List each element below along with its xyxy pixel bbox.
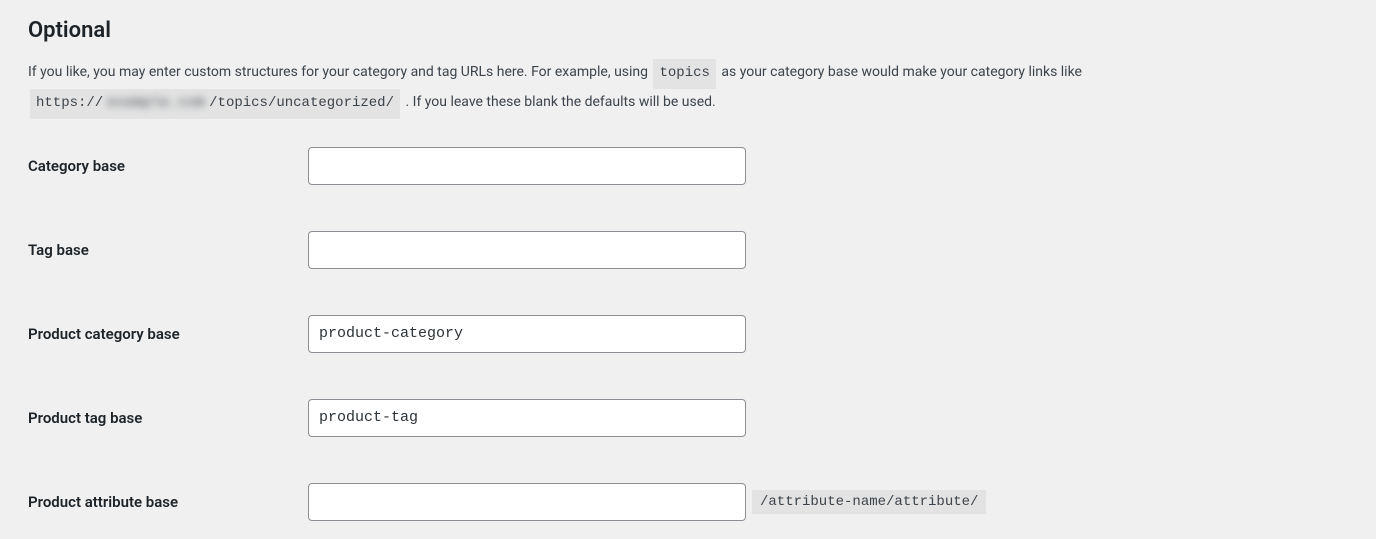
optional-permalinks-section: Optional If you like, you may enter cust… bbox=[0, 0, 1376, 539]
input-product-tag-base[interactable] bbox=[308, 399, 746, 437]
row-product-category-base: Product category base bbox=[28, 315, 1348, 353]
field-product-attribute-base: /attribute-name/attribute/ bbox=[308, 483, 986, 521]
label-category-base: Category base bbox=[28, 157, 308, 175]
example-code-topics: topics bbox=[653, 59, 715, 89]
row-category-base: Category base bbox=[28, 147, 1348, 185]
label-product-tag-base: Product tag base bbox=[28, 409, 308, 427]
row-product-tag-base: Product tag base bbox=[28, 399, 1348, 437]
row-product-attribute-base: Product attribute base /attribute-name/a… bbox=[28, 483, 1348, 521]
label-product-category-base: Product category base bbox=[28, 325, 308, 343]
input-product-category-base[interactable] bbox=[308, 315, 746, 353]
input-category-base[interactable] bbox=[308, 147, 746, 185]
attribute-base-suffix: /attribute-name/attribute/ bbox=[752, 490, 986, 514]
row-tag-base: Tag base bbox=[28, 231, 1348, 269]
description-text-2: as your category base would make your ca… bbox=[721, 64, 1082, 80]
field-tag-base bbox=[308, 231, 746, 269]
input-tag-base[interactable] bbox=[308, 231, 746, 269]
field-product-tag-base bbox=[308, 399, 746, 437]
section-description: If you like, you may enter custom struct… bbox=[28, 59, 1328, 119]
label-tag-base: Tag base bbox=[28, 241, 308, 259]
field-category-base bbox=[308, 147, 746, 185]
blurred-domain: example.com bbox=[103, 95, 209, 111]
section-heading: Optional bbox=[28, 18, 1348, 43]
description-text-3: . If you leave these blank the defaults … bbox=[405, 94, 715, 110]
field-product-category-base bbox=[308, 315, 746, 353]
input-product-attribute-base[interactable] bbox=[308, 483, 746, 521]
label-product-attribute-base: Product attribute base bbox=[28, 493, 308, 511]
example-code-url: https://example.com/topics/uncategorized… bbox=[30, 89, 400, 119]
form-table: Category base Tag base Product category … bbox=[28, 147, 1348, 521]
description-text-1: If you like, you may enter custom struct… bbox=[28, 64, 651, 80]
